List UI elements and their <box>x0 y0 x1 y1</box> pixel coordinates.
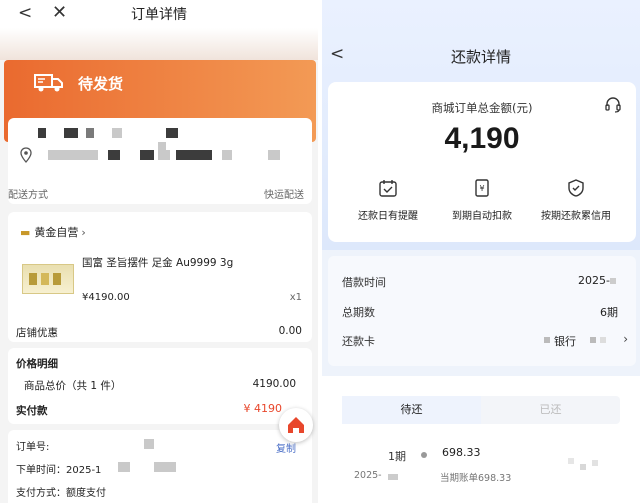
redacted-text <box>144 439 154 449</box>
redacted-text <box>166 128 178 138</box>
period-bill: 当期账单698.33 <box>440 473 512 484</box>
yuan-card-icon: ¥ <box>475 179 489 197</box>
price-detail-title: 价格明细 <box>16 358 58 370</box>
redacted-text <box>600 337 606 343</box>
redacted-text <box>388 474 398 480</box>
feature-credit: 按期还款累信用 <box>526 178 626 223</box>
redacted-text <box>64 128 78 138</box>
product-quantity: x1 <box>289 292 302 303</box>
gold-ingot-icon: ▬ <box>20 226 31 239</box>
redacted-text <box>544 337 550 343</box>
repayment-schedule: 待还 已还 1期 698.33 2025- 当期账单698.33 <box>322 376 640 503</box>
redacted-text <box>268 150 280 160</box>
redacted-text <box>580 464 586 470</box>
shop-link[interactable]: ▬ 黄金自营 › <box>20 224 86 240</box>
order-total-label: 商城订单总金额(元) <box>431 101 533 115</box>
page-title: 订单详情 <box>131 7 187 23</box>
redacted-text <box>176 150 212 160</box>
order-info-card: 订单号: 复制 下单时间：2025-1 支付方式：额度支付 <box>8 430 312 503</box>
repayment-detail-panel: < 还款详情 商城订单总金额(元) 4,190 还款日有提醒 ¥ 到期自动扣款 … <box>322 0 640 503</box>
feature-reminder: 还款日有提醒 <box>338 178 438 223</box>
goods-card: ▬ 黄金自营 › 国富 圣旨摆件 足金 Au9999 3g ¥4190.00 x1 … <box>8 212 312 342</box>
shipping-method-label: 配送方式 <box>8 190 48 201</box>
product-price: ¥4190.00 <box>82 292 130 303</box>
period-date: 2025- <box>354 470 382 481</box>
loan-time-value: 2025- <box>578 274 610 287</box>
tab-pending[interactable]: 待还 <box>342 396 481 424</box>
loan-info-card: 借款时间 2025- 总期数 6期 还款卡 银行 › <box>328 256 636 366</box>
feature-label: 按期还款累信用 <box>541 211 611 222</box>
order-detail-panel: < ✕ 订单详情 待发货 配送方式 快运配送 ▬ 黄金自营 › 国富 圣旨摆件 … <box>0 0 318 503</box>
calendar-check-icon <box>379 180 397 197</box>
top-nav-bar: < ✕ 订单详情 <box>0 0 318 28</box>
period-amount: 698.33 <box>442 446 481 459</box>
location-pin-icon <box>20 147 32 163</box>
repayment-summary-card: 商城订单总金额(元) 4,190 还款日有提醒 ¥ 到期自动扣款 按期还款累信用 <box>328 82 636 242</box>
truck-icon <box>34 74 63 92</box>
shop-name: 黄金自营 <box>34 226 79 239</box>
redacted-text <box>140 150 154 160</box>
tab-repaid[interactable]: 已还 <box>481 396 620 424</box>
product-name[interactable]: 国富 圣旨摆件 足金 Au9999 3g <box>82 255 233 270</box>
redacted-text <box>610 278 616 284</box>
redacted-text <box>38 128 46 138</box>
paid-amount-value: ¥ 4190 <box>243 402 283 415</box>
chevron-right-icon[interactable]: › <box>623 332 628 346</box>
redacted-text <box>86 128 94 138</box>
paid-amount-label: 实付款 <box>16 405 48 417</box>
shop-discount-value: 0.00 <box>278 325 302 337</box>
period-label: 1期 <box>388 450 406 463</box>
goods-total-value: 4190.00 <box>252 378 296 390</box>
loan-time-label: 借款时间 <box>342 276 386 289</box>
order-status-text: 待发货 <box>78 75 124 93</box>
timeline-dot <box>421 452 427 458</box>
payment-method-value: 额度支付 <box>66 488 106 499</box>
redacted-text <box>112 128 122 138</box>
order-number-label: 订单号: <box>16 442 50 453</box>
order-time-row: 下单时间：2025-1 <box>16 461 101 476</box>
payment-method-label: 支付方式： <box>16 488 66 499</box>
total-periods-value: 6期 <box>600 306 618 319</box>
repayment-card-label: 还款卡 <box>342 335 375 348</box>
order-number-row: 订单号: <box>16 438 49 453</box>
copy-button[interactable]: 复制 <box>276 440 296 455</box>
goods-total-label: 商品总价（共 1 件） <box>24 380 122 392</box>
header-fade <box>0 28 318 60</box>
order-total-amount: 4,190 <box>444 122 520 155</box>
redacted-text <box>48 150 98 160</box>
payment-method-row: 支付方式：额度支付 <box>16 484 106 499</box>
shipping-method-value: 快运配送 <box>264 190 304 201</box>
redacted-text <box>108 150 120 160</box>
redacted-text <box>118 462 130 472</box>
redacted-text <box>154 462 176 472</box>
redacted-text <box>158 150 170 160</box>
price-detail-card: 价格明细 商品总价（共 1 件） 4190.00 实付款 ¥ 4190 <box>8 348 312 424</box>
page-title: 还款详情 <box>450 48 511 66</box>
shop-discount-label: 店铺优惠 <box>16 327 58 339</box>
repayment-card-value[interactable]: 银行 <box>554 333 576 349</box>
chevron-right-icon: › <box>81 226 86 239</box>
order-time-value: 2025-1 <box>66 465 102 476</box>
redacted-text <box>568 458 574 464</box>
svg-text:¥: ¥ <box>479 184 484 193</box>
product-thumbnail[interactable] <box>22 264 74 294</box>
home-button[interactable] <box>279 408 313 442</box>
redacted-text <box>592 460 598 466</box>
order-time-label: 下单时间： <box>16 465 66 476</box>
schedule-tabs: 待还 已还 <box>342 396 620 424</box>
home-icon <box>288 417 304 433</box>
feature-label: 到期自动扣款 <box>452 211 512 222</box>
shield-check-icon <box>568 179 584 197</box>
feature-label: 还款日有提醒 <box>358 211 418 222</box>
redacted-text <box>590 337 596 343</box>
total-periods-label: 总期数 <box>342 306 375 319</box>
redacted-text <box>222 150 232 160</box>
headset-icon[interactable] <box>604 96 622 114</box>
feature-autodebit: ¥ 到期自动扣款 <box>432 178 532 223</box>
